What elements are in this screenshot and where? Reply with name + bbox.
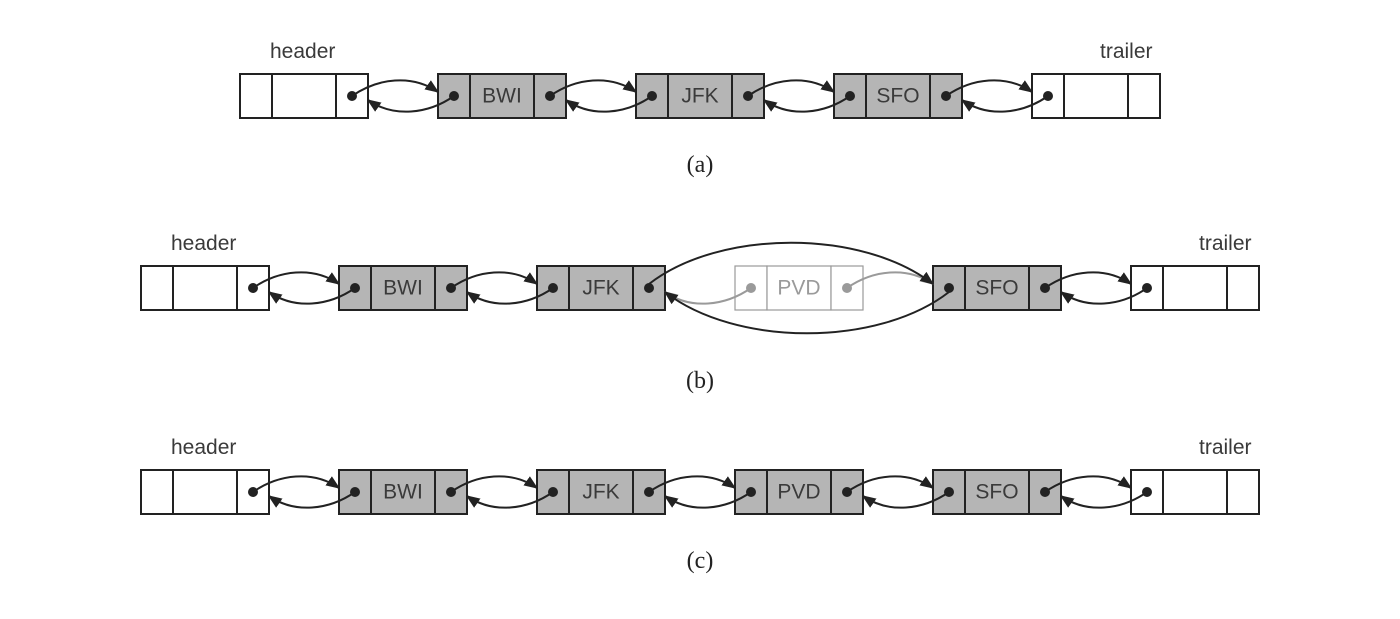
header-label: header <box>270 40 335 63</box>
caption: (c) <box>687 548 714 574</box>
node-label: BWI <box>383 481 423 504</box>
node-label: SFO <box>975 481 1018 504</box>
caption: (b) <box>686 368 714 394</box>
header-label: header <box>171 232 236 255</box>
node-label: JFK <box>582 481 619 504</box>
trailer-label: trailer <box>1199 436 1252 459</box>
node-label: BWI <box>383 277 423 300</box>
caption: (a) <box>687 152 714 178</box>
node-label: PVD <box>777 277 820 300</box>
node-label: SFO <box>876 85 919 108</box>
trailer-label: trailer <box>1199 232 1252 255</box>
pointer-dot <box>944 283 954 293</box>
trailer-label: trailer <box>1100 40 1153 63</box>
node-label: JFK <box>582 277 619 300</box>
doubly-linked-list-diagram: header BWI JFK SFO trailer (a) header BWI JFK PVD… <box>0 0 1400 619</box>
node-label: JFK <box>681 85 718 108</box>
node-label: SFO <box>975 277 1018 300</box>
node-label: PVD <box>777 481 820 504</box>
pointer-dot <box>644 283 654 293</box>
header-label: header <box>171 436 236 459</box>
node-label: BWI <box>482 85 522 108</box>
